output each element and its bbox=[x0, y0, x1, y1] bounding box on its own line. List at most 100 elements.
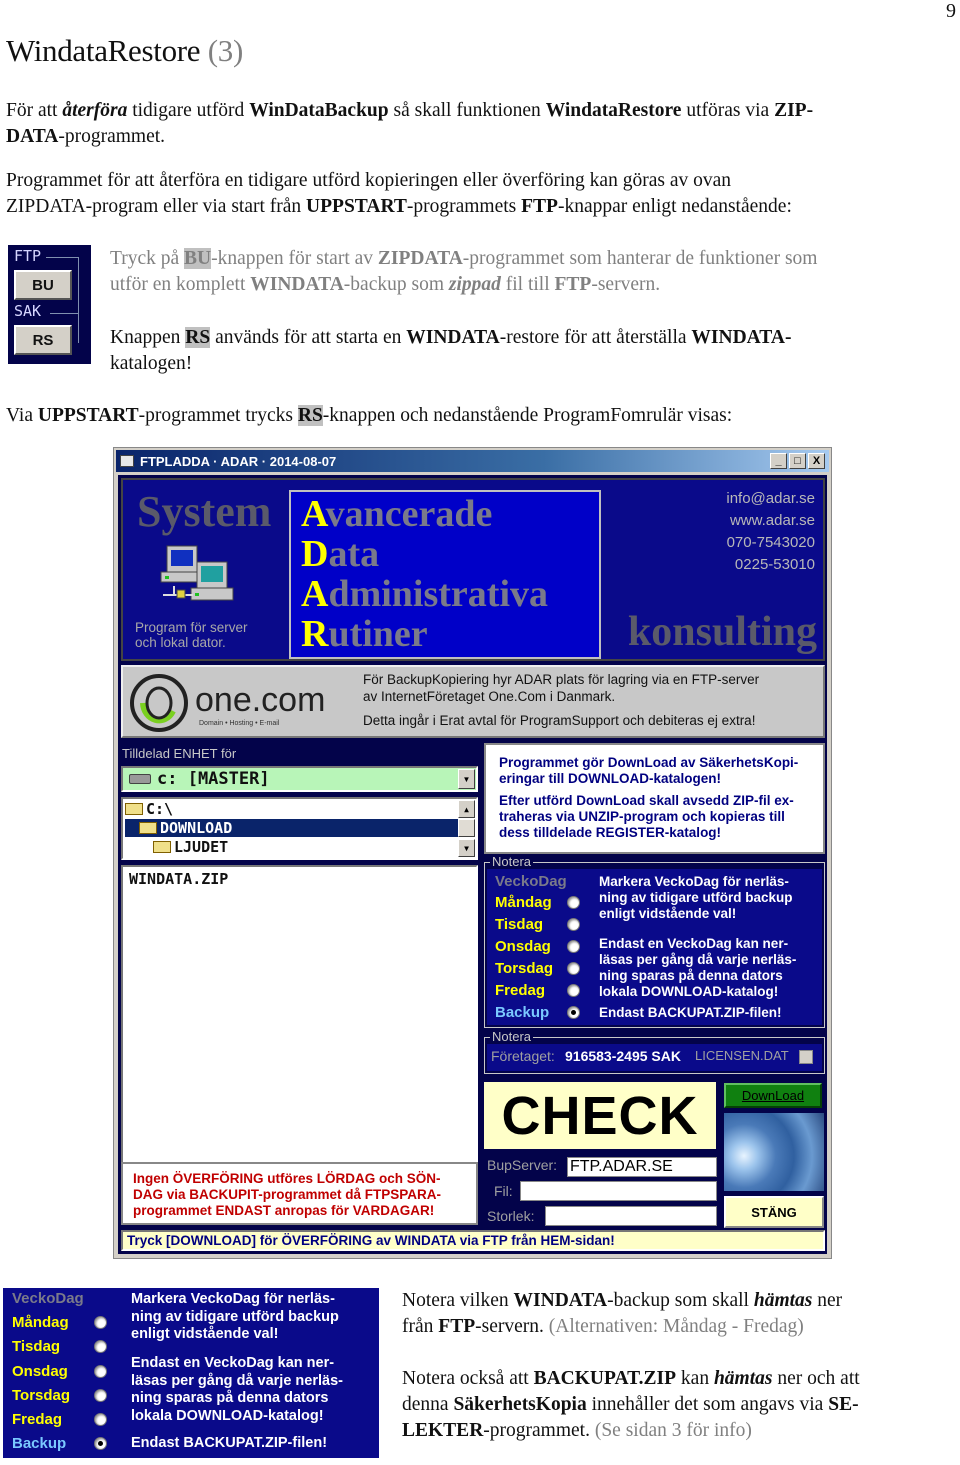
adar-line: Data bbox=[301, 533, 380, 575]
radio-fredag[interactable] bbox=[94, 1413, 107, 1426]
svg-text:Domain • Hosting • E-mail: Domain • Hosting • E-mail bbox=[199, 720, 280, 727]
day-label-backup: Backup bbox=[495, 1004, 550, 1021]
server-input[interactable]: FTP.ADAR.SE bbox=[567, 1157, 717, 1177]
notera-title: Notera bbox=[490, 854, 534, 869]
program-note: Program för server och lokal dator. bbox=[135, 620, 248, 650]
open-folder-icon bbox=[139, 822, 157, 834]
day-label-onsdag: Onsdag bbox=[12, 1363, 68, 1380]
bu-description: Tryck på BU-knappen för start av ZIPDATA… bbox=[110, 248, 818, 295]
status-bar: Tryck [DOWNLOAD] för ÖVERFÖRING av WINDA… bbox=[121, 1230, 825, 1251]
radio-onsdag[interactable] bbox=[567, 940, 580, 953]
network-computers-icon bbox=[160, 545, 234, 601]
bottom-paragraph-2: Notera också att BACKUPAT.ZIP kan hämtas… bbox=[402, 1368, 860, 1441]
bu-button[interactable]: BU bbox=[14, 270, 72, 300]
download-button[interactable]: DownLoad bbox=[724, 1083, 822, 1108]
file-label: Fil: bbox=[494, 1183, 513, 1199]
radio-mandag[interactable] bbox=[567, 896, 580, 909]
file-list[interactable]: WINDATA.ZIP bbox=[121, 865, 478, 1167]
weekday-header: VeckoDag bbox=[12, 1290, 84, 1307]
title-number: (3) bbox=[207, 33, 244, 68]
scrollbar-thumb[interactable] bbox=[458, 819, 475, 837]
day-label-torsdag: Torsdag bbox=[12, 1387, 71, 1404]
directory-list[interactable]: C:\ DOWNLOAD LJUDET ▲ ▼ bbox=[121, 797, 478, 860]
directory-item-selected[interactable]: DOWNLOAD bbox=[125, 819, 458, 837]
rs-button[interactable]: RS bbox=[14, 325, 72, 355]
adar-line: Avancerade bbox=[301, 493, 493, 535]
radio-tisdag[interactable] bbox=[567, 918, 580, 931]
rs-description: Knappen RS används för att starta en WIN… bbox=[110, 327, 792, 374]
radio-backup[interactable] bbox=[567, 1006, 580, 1019]
intro-paragraph-2: Programmet för att återföra en tidigare … bbox=[6, 170, 792, 217]
weekday-panel-crop: VeckoDag Måndag Tisdag Onsdag Torsdag Fr… bbox=[3, 1288, 379, 1458]
license-checkbox[interactable] bbox=[799, 1050, 813, 1064]
drive-value: c: [MASTER] bbox=[157, 769, 270, 789]
drive-dropdown-arrow-icon[interactable]: ▼ bbox=[458, 769, 475, 789]
via-paragraph: Via UPPSTART-programmet trycks RS-knappe… bbox=[6, 405, 733, 426]
drive-select[interactable]: c: [MASTER] bbox=[121, 766, 478, 792]
file-item[interactable]: WINDATA.ZIP bbox=[129, 870, 470, 888]
scroll-up-arrow-icon[interactable]: ▲ bbox=[458, 800, 475, 818]
radio-onsdag[interactable] bbox=[94, 1365, 107, 1378]
scroll-down-arrow-icon[interactable]: ▼ bbox=[458, 839, 475, 857]
directory-item[interactable]: LJUDET bbox=[153, 838, 228, 856]
close-window-button[interactable]: X bbox=[808, 453, 825, 469]
weekday-header: VeckoDag bbox=[495, 873, 567, 890]
system-text: System bbox=[137, 487, 272, 536]
directory-item[interactable]: C:\ bbox=[125, 800, 173, 818]
adar-banner: System Program för server och lokal dato… bbox=[121, 478, 825, 661]
file-input[interactable] bbox=[520, 1181, 717, 1201]
company-id: 916583-2495 SAK bbox=[565, 1048, 681, 1064]
adar-line: Rutiner bbox=[301, 613, 428, 655]
onecom-line-2: av InternetFöretaget One.Com i Danmark. bbox=[363, 689, 616, 704]
day-label-fredag: Fredag bbox=[12, 1411, 63, 1428]
open-folder-icon bbox=[125, 803, 143, 815]
contact-email: info@adar.se bbox=[726, 490, 815, 507]
app-icon bbox=[120, 455, 134, 467]
adar-line: Administrativa bbox=[301, 573, 549, 615]
day-label-mandag: Måndag bbox=[495, 894, 552, 911]
window-title: FTPLADDA · ADAR · 2014-08-07 bbox=[140, 453, 337, 469]
server-label: BupServer: bbox=[487, 1157, 558, 1173]
close-button[interactable]: STÄNG bbox=[724, 1196, 824, 1228]
radio-torsdag[interactable] bbox=[567, 962, 580, 975]
contact-web: www.adar.se bbox=[729, 512, 815, 529]
minimize-button[interactable]: _ bbox=[770, 453, 787, 469]
radio-torsdag[interactable] bbox=[94, 1389, 107, 1402]
weekday-note-2: Endast en VeckoDag kan ner-läsas per gån… bbox=[131, 1355, 343, 1424]
ftp-label: FTP bbox=[14, 247, 42, 265]
notera-title: Notera bbox=[490, 1029, 534, 1044]
contact-phone-2: 0225-53010 bbox=[734, 556, 815, 573]
adar-acronym-box: Avancerade Data Administrativa Rutiner bbox=[289, 490, 601, 659]
check-label: CHECK bbox=[484, 1082, 716, 1149]
radio-mandag[interactable] bbox=[94, 1316, 107, 1329]
license-file-label: LICENSEN.DAT bbox=[695, 1048, 789, 1063]
konsulting-text: konsulting bbox=[627, 609, 817, 655]
maximize-button[interactable]: □ bbox=[789, 453, 806, 469]
day-label-tisdag: Tisdag bbox=[12, 1338, 61, 1355]
ftpladda-window: FTPLADDA · ADAR · 2014-08-07 _ □ X Syste… bbox=[113, 447, 832, 1259]
title-text: WindataRestore bbox=[6, 33, 201, 68]
radio-tisdag[interactable] bbox=[94, 1340, 107, 1353]
ftp-button-panel: FTP BU SAK RS bbox=[8, 245, 91, 364]
day-label-tisdag: Tisdag bbox=[495, 916, 544, 933]
svg-text:one.com: one.com bbox=[195, 681, 325, 719]
intro-paragraph-1: För att återföra tidigare utförd WinData… bbox=[6, 100, 814, 147]
radio-fredag[interactable] bbox=[567, 984, 580, 997]
weekend-warning: Ingen ÖVERFÖRING utföres LÖRDAG och SÖN-… bbox=[121, 1162, 478, 1225]
drive-label: Tilldelad ENHET för bbox=[122, 746, 237, 761]
onecom-line-1: För BackupKopiering hyr ADAR plats för l… bbox=[363, 672, 760, 687]
window-titlebar[interactable]: FTPLADDA · ADAR · 2014-08-07 _ □ X bbox=[116, 450, 829, 472]
page-title: WindataRestore (3) bbox=[6, 33, 243, 69]
size-input[interactable] bbox=[545, 1206, 717, 1226]
contact-phone-1: 070-7543020 bbox=[726, 534, 815, 551]
weekday-note-3: Endast BACKUPAT.ZIP-filen! bbox=[131, 1435, 328, 1451]
size-label: Storlek: bbox=[487, 1208, 535, 1224]
weekday-group: Notera VeckoDag Måndag Tisdag Onsdag Tor… bbox=[484, 854, 825, 1028]
day-label-fredag: Fredag bbox=[495, 982, 546, 999]
weekday-note-1: Markera VeckoDag för nerläs-ning av tidi… bbox=[131, 1291, 339, 1342]
hard-drive-icon bbox=[129, 774, 151, 784]
radio-backup[interactable] bbox=[94, 1437, 107, 1450]
weekday-note-1: Markera VeckoDag för nerläs-ning av tidi… bbox=[599, 874, 793, 921]
page-number: 9 bbox=[946, 0, 956, 22]
onecom-line-3: Detta ingår i Erat avtal för ProgramSupp… bbox=[363, 713, 756, 728]
